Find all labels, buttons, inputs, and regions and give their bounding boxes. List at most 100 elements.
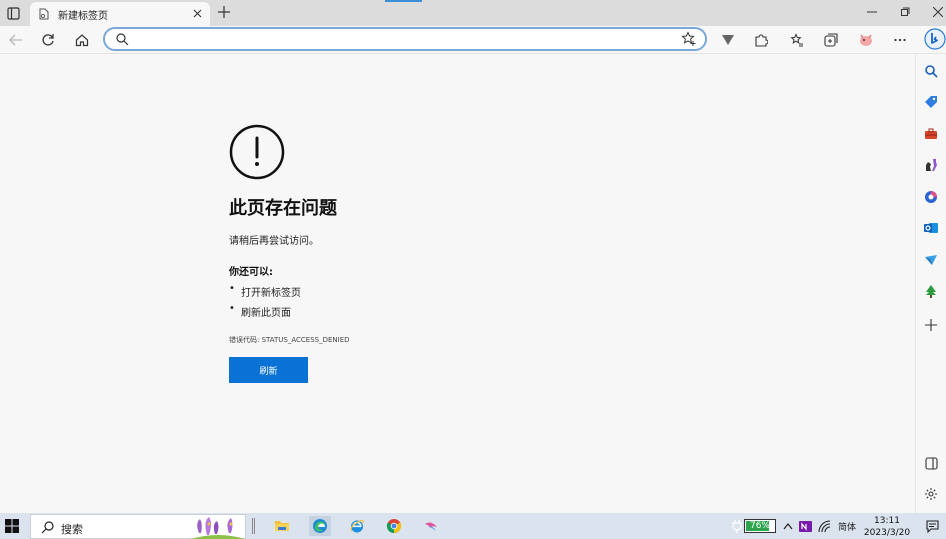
you-can-label: 你还可以: bbox=[229, 267, 273, 278]
notification-icon bbox=[925, 519, 939, 533]
add-icon bbox=[925, 319, 937, 331]
windows-start-icon[interactable] bbox=[4, 518, 20, 534]
onenote-icon bbox=[798, 520, 812, 532]
search-icon bbox=[925, 65, 938, 78]
minimize-icon bbox=[867, 11, 877, 13]
battery-percent: 76% bbox=[749, 521, 770, 531]
favorites-list-icon bbox=[790, 33, 803, 47]
taskbar-clock[interactable]: 13:11 2023/3/20 bbox=[862, 515, 912, 539]
sidebar-tree-button[interactable] bbox=[923, 283, 939, 299]
gear-icon bbox=[925, 488, 937, 500]
close-icon bbox=[933, 7, 943, 17]
favorites-button[interactable] bbox=[787, 30, 807, 50]
games-icon bbox=[926, 159, 937, 171]
power-plug-icon bbox=[731, 518, 743, 534]
taskbar: 搜索 76% 简体 13:11 2023/3/20 bbox=[0, 513, 946, 539]
chrome-icon bbox=[386, 519, 402, 534]
collections-button[interactable] bbox=[821, 30, 841, 50]
page-content: 此页存在问题 请稍后再尝试访问。 你还可以: 打开新标签页 刷新此页面 错误代码… bbox=[0, 55, 915, 513]
tab-close-button[interactable] bbox=[190, 6, 204, 20]
close-window-button[interactable] bbox=[928, 3, 946, 21]
tab-actions-icon bbox=[6, 6, 20, 20]
sidebar-add-button[interactable] bbox=[923, 317, 939, 333]
new-tab-button[interactable] bbox=[216, 4, 232, 20]
sidebar-search-button[interactable] bbox=[923, 63, 939, 79]
split-screen-icon bbox=[924, 456, 938, 470]
sidebar-settings-button[interactable] bbox=[923, 486, 939, 502]
tree-icon bbox=[926, 285, 936, 298]
wifi-tray-button[interactable] bbox=[817, 518, 831, 534]
maximize-button[interactable] bbox=[895, 3, 915, 21]
sidebar-games-button[interactable] bbox=[923, 157, 939, 173]
toolbox-icon bbox=[925, 128, 937, 139]
show-hidden-icons-button[interactable] bbox=[782, 518, 794, 534]
error-subtitle: 请稍后再尝试访问。 bbox=[229, 236, 319, 247]
plus-icon bbox=[218, 6, 230, 18]
ellipsis-icon bbox=[894, 38, 906, 42]
puzzle-icon bbox=[755, 34, 768, 47]
address-input[interactable] bbox=[135, 31, 675, 47]
address-bar[interactable] bbox=[103, 27, 707, 51]
taskbar-search-box[interactable]: 搜索 bbox=[30, 514, 246, 539]
piggy-icon bbox=[860, 34, 872, 46]
sidebar-office-button[interactable] bbox=[923, 189, 939, 205]
edge-icon bbox=[313, 519, 327, 533]
sidebar-shopping-button[interactable] bbox=[923, 94, 939, 110]
clock-date: 2023/3/20 bbox=[863, 528, 911, 538]
tab-new-tab[interactable]: 新建标签页 bbox=[30, 2, 210, 26]
minimize-button[interactable] bbox=[862, 3, 882, 21]
office-icon bbox=[925, 191, 937, 203]
clock-time: 13:11 bbox=[874, 516, 900, 526]
tab-strip: 新建标签页 bbox=[0, 0, 946, 26]
crocus-flowers-icon bbox=[191, 517, 245, 539]
browser-toolbar bbox=[0, 26, 946, 54]
taskbar-chrome[interactable] bbox=[384, 516, 404, 536]
tag-icon bbox=[925, 96, 937, 108]
taskbar-search-label: 搜索 bbox=[61, 523, 83, 536]
taskbar-edge[interactable] bbox=[309, 516, 331, 536]
search-icon bbox=[116, 33, 129, 46]
collections-icon bbox=[824, 33, 838, 47]
battery-indicator[interactable]: 76% bbox=[744, 519, 776, 533]
suggestion-refresh-page: 刷新此页面 bbox=[229, 303, 301, 324]
search-icon bbox=[41, 521, 54, 534]
send-icon bbox=[925, 255, 937, 265]
error-title: 此页存在问题 bbox=[229, 198, 337, 219]
taskbar-ie[interactable] bbox=[347, 516, 367, 536]
onenote-tray-button[interactable] bbox=[798, 518, 812, 534]
more-menu-button[interactable] bbox=[890, 30, 910, 50]
wifi-icon bbox=[817, 519, 830, 532]
refresh-button[interactable]: 刷新 bbox=[229, 357, 308, 383]
bing-icon bbox=[924, 28, 946, 50]
home-button[interactable] bbox=[72, 30, 92, 50]
notification-button[interactable] bbox=[925, 518, 939, 534]
back-arrow-icon bbox=[9, 34, 22, 46]
suggestion-list: 打开新标签页 刷新此页面 bbox=[229, 283, 301, 324]
add-favorite-icon[interactable] bbox=[681, 31, 697, 47]
back-button[interactable] bbox=[6, 30, 26, 50]
extensions-button[interactable] bbox=[751, 30, 771, 50]
extension-v-button[interactable] bbox=[718, 30, 738, 50]
taskbar-divider bbox=[252, 518, 255, 534]
profile-extension-button[interactable] bbox=[856, 30, 876, 50]
sidebar-tools-button[interactable] bbox=[923, 126, 939, 142]
taskbar-file-explorer[interactable] bbox=[272, 516, 292, 536]
error-icon bbox=[229, 124, 285, 180]
edge-sidebar bbox=[915, 54, 946, 513]
internet-explorer-icon bbox=[350, 520, 364, 533]
chevron-up-icon bbox=[783, 523, 793, 530]
accent-line bbox=[385, 0, 422, 2]
sidebar-drop-button[interactable] bbox=[923, 252, 939, 268]
bing-button[interactable] bbox=[924, 28, 946, 50]
error-code: 错误代码: STATUS_ACCESS_DENIED bbox=[229, 336, 350, 344]
page-icon bbox=[39, 8, 49, 20]
restore-icon bbox=[901, 7, 910, 16]
suggestion-open-new-tab: 打开新标签页 bbox=[229, 283, 301, 304]
sidebar-outlook-button[interactable] bbox=[923, 220, 939, 236]
taskbar-app[interactable] bbox=[421, 516, 441, 536]
reload-icon bbox=[42, 34, 54, 46]
reload-button[interactable] bbox=[38, 30, 58, 50]
sidebar-split-screen-button[interactable] bbox=[923, 455, 939, 471]
ime-indicator[interactable]: 简体 bbox=[835, 518, 859, 534]
tab-actions-button[interactable] bbox=[4, 4, 22, 22]
